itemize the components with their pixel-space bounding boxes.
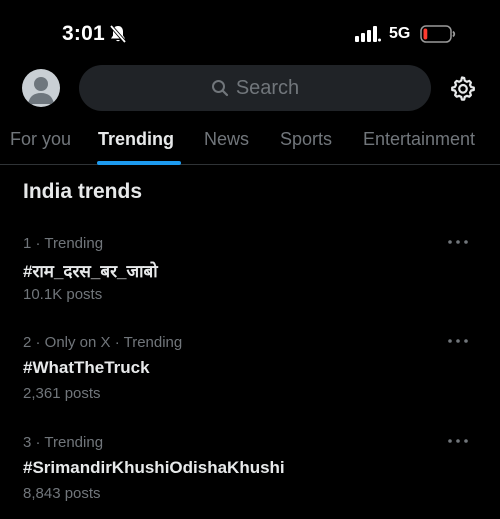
search-bar[interactable]: Search	[79, 65, 431, 111]
more-options-icon[interactable]	[446, 434, 470, 448]
trend-meta: 1 · Trending	[23, 235, 104, 252]
tab-sports[interactable]: Sports	[280, 129, 332, 150]
signal-icon	[355, 26, 381, 42]
avatar[interactable]	[22, 69, 60, 107]
trend-item[interactable]: 3 · Trending #SrimandirKhushiOdishaKhush…	[0, 434, 500, 519]
tab-trending[interactable]: Trending	[98, 129, 174, 150]
trend-meta: 2 · Only on X · Trending	[23, 334, 183, 351]
trend-post-count: 10.1K posts	[23, 286, 103, 303]
network-type: 5G	[389, 25, 411, 42]
active-tab-indicator	[97, 161, 181, 165]
trend-item[interactable]: 1 · Trending #राम_दरस_बर_जाबो 10.1K post…	[0, 235, 500, 325]
trend-item[interactable]: 2 · Only on X · Trending #WhatTheTruck 2…	[0, 334, 500, 424]
search-input[interactable]: Search	[236, 77, 299, 100]
more-options-icon[interactable]	[446, 334, 470, 348]
tab-bar: For you Trending News Sports Entertainme…	[0, 120, 500, 165]
default-avatar-icon	[28, 77, 54, 104]
trend-post-count: 8,843 posts	[23, 485, 101, 502]
trend-meta: 3 · Trending	[23, 434, 104, 451]
trend-name[interactable]: #WhatTheTruck	[23, 358, 150, 378]
tab-entertainment[interactable]: Entertainment	[363, 129, 475, 150]
status-time: 3:01	[62, 22, 105, 45]
status-bar: 3:01 5G	[0, 0, 500, 64]
trend-name[interactable]: #SrimandirKhushiOdishaKhushi	[23, 458, 285, 478]
trend-post-count: 2,361 posts	[23, 385, 101, 402]
settings-gear-icon[interactable]	[449, 75, 475, 101]
bell-slash-icon	[109, 24, 127, 44]
battery-icon	[420, 25, 456, 43]
trend-name[interactable]: #राम_दरस_बर_जाबो	[23, 259, 158, 282]
tab-for-you[interactable]: For you	[10, 129, 71, 150]
trending-screen: 3:01 5G Search For you Trending News Spo…	[0, 0, 500, 519]
section-title: India trends	[23, 180, 143, 203]
more-options-icon[interactable]	[446, 235, 470, 249]
search-icon	[211, 80, 228, 97]
tab-news[interactable]: News	[204, 129, 249, 150]
